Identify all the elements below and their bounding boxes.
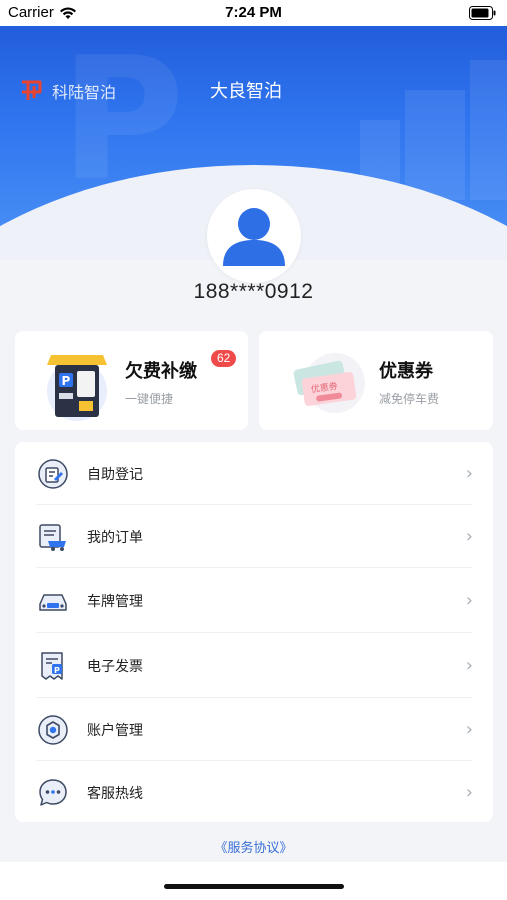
menu-item-e-invoice[interactable]: P 电子发票 › <box>15 633 493 698</box>
chevron-right-icon: › <box>465 719 473 740</box>
menu-list: 自助登记 › 我的订单 › 车牌管理 › P 电子发票 › 账户管理 › 客服热… <box>15 442 493 822</box>
avatar[interactable] <box>207 189 301 283</box>
brand-name: 科陆智泊 <box>52 83 117 102</box>
menu-item-customer-hotline[interactable]: 客服热线 › <box>15 761 493 824</box>
chevron-right-icon: › <box>465 590 473 611</box>
chevron-right-icon: › <box>465 782 473 803</box>
menu-item-label: 车牌管理 <box>87 593 143 610</box>
brand-logo-group: 科陆智泊 <box>18 78 116 104</box>
brand-logo-icon <box>22 80 42 100</box>
user-avatar-icon <box>223 208 285 266</box>
order-icon <box>39 524 66 551</box>
arrears-count-badge: 62 <box>211 350 237 367</box>
menu-item-account-management[interactable]: 账户管理 › <box>15 698 493 761</box>
chat-support-icon <box>39 779 67 806</box>
menu-item-label: 电子发票 <box>87 658 143 675</box>
menu-item-plate-management[interactable]: 车牌管理 › <box>15 568 493 633</box>
menu-item-label: 我的订单 <box>87 529 143 546</box>
bottom-safe-area <box>0 862 507 900</box>
coupon-card[interactable]: 优惠券 优惠券 减免停车费 <box>259 331 493 430</box>
user-phone: 188****0912 <box>193 280 314 303</box>
arrears-title: 欠费补缴 <box>125 361 197 382</box>
battery-icon <box>469 6 497 24</box>
arrears-card[interactable]: P 欠费补缴 62 一键便捷 <box>15 331 248 430</box>
arrears-subtitle: 一键便捷 <box>125 392 174 406</box>
coupon-title: 优惠券 <box>379 361 433 382</box>
home-indicator[interactable] <box>164 884 344 889</box>
clock: 7:24 PM <box>225 4 282 21</box>
menu-item-label: 账户管理 <box>87 722 143 739</box>
chevron-right-icon: › <box>465 526 473 547</box>
svg-text:P: P <box>54 666 60 675</box>
chevron-right-icon: › <box>465 463 473 484</box>
menu-item-label: 客服热线 <box>87 785 143 802</box>
status-bar: Carrier 7:24 PM <box>0 0 507 26</box>
car-icon <box>39 594 67 611</box>
site-title: 大良智泊 <box>210 81 282 102</box>
coupon-ticket-icon: 优惠券 <box>293 353 365 413</box>
menu-item-self-register[interactable]: 自助登记 › <box>15 442 493 505</box>
building-watermark <box>470 60 507 200</box>
invoice-icon: P <box>41 652 63 680</box>
register-icon <box>38 459 68 489</box>
menu-item-label: 自助登记 <box>87 466 143 483</box>
menu-item-my-orders[interactable]: 我的订单 › <box>15 505 493 568</box>
svg-text:P: P <box>62 374 71 388</box>
account-settings-icon <box>38 715 68 745</box>
parking-kiosk-icon: P <box>47 355 107 421</box>
coupon-subtitle: 减免停车费 <box>379 392 440 406</box>
service-agreement-link[interactable]: 《服务协议》 <box>0 837 507 856</box>
building-watermark <box>405 90 465 200</box>
chevron-right-icon: › <box>465 655 473 676</box>
